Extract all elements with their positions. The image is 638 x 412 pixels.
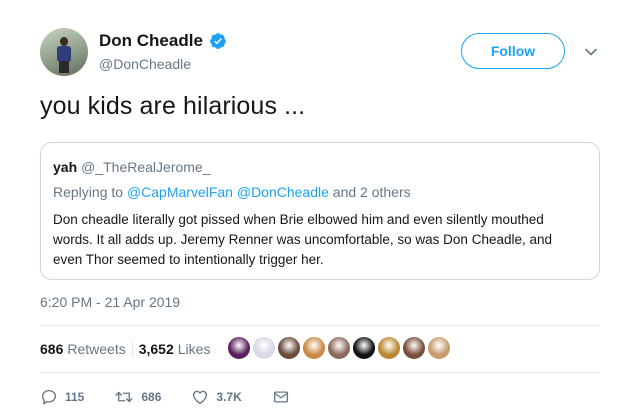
quoted-author-handle[interactable]: @_TheRealJerome_ (81, 159, 210, 175)
envelope-icon (273, 391, 288, 403)
liker-avatar[interactable] (327, 336, 351, 360)
direct-message-action[interactable] (272, 388, 297, 406)
chevron-down-icon[interactable] (584, 45, 598, 59)
avatar[interactable] (40, 28, 88, 76)
quoted-author-name[interactable]: yah (53, 159, 77, 175)
reply-icon (41, 389, 57, 405)
quoted-tweet[interactable]: yah @_TheRealJerome_ Replying to @CapMarv… (40, 142, 600, 280)
avatar-figure-body (57, 46, 71, 62)
like-action[interactable]: 3.7K (191, 388, 242, 406)
verified-badge-icon (210, 33, 226, 49)
tweet-text: you kids are hilarious ... (40, 92, 306, 120)
liker-avatar[interactable] (427, 336, 451, 360)
retweet-count: 686 (141, 390, 162, 404)
liker-avatar[interactable] (227, 336, 251, 360)
likes-count: 3,652 (138, 341, 174, 357)
tweet-timestamp[interactable]: 6:20 PM - 21 Apr 2019 (40, 294, 180, 310)
divider (40, 325, 600, 326)
retweets-count: 686 (40, 341, 64, 357)
retweets-stat[interactable]: 686 Retweets (40, 341, 126, 357)
liker-avatar[interactable] (352, 336, 376, 360)
author-name[interactable]: Don Cheadle (99, 31, 203, 51)
heart-icon (193, 390, 208, 405)
retweet-icon (115, 391, 133, 403)
like-count: 3.7K (216, 390, 242, 404)
likes-label: Likes (177, 341, 211, 357)
liker-avatar[interactable] (252, 336, 276, 360)
quoted-tweet-header: yah @_TheRealJerome_ (53, 159, 211, 175)
stats-separator (131, 341, 133, 357)
author-handle[interactable]: @DonCheadle (99, 56, 191, 72)
reply-action[interactable]: 115 (40, 388, 84, 406)
follow-button[interactable]: Follow (461, 33, 565, 69)
reply-count: 115 (65, 390, 85, 404)
reply-prefix: Replying to (53, 184, 124, 200)
liker-avatar[interactable] (277, 336, 301, 360)
avatar-figure-legs (59, 61, 69, 73)
liker-avatar[interactable] (402, 336, 426, 360)
quoted-reply-context: Replying to @CapMarvelFan @DonCheadle an… (53, 184, 411, 200)
liker-avatar[interactable] (377, 336, 401, 360)
tweet-stats: 686 Retweets 3,652 Likes (40, 341, 210, 357)
reply-handles-link[interactable]: @CapMarvelFan @DonCheadle (127, 184, 329, 200)
quoted-tweet-body: Don cheadle literally got pissed when Br… (53, 212, 553, 267)
liker-avatar[interactable] (302, 336, 326, 360)
likes-stat[interactable]: 3,652 Likes (139, 341, 211, 357)
avatar-figure-head (60, 37, 68, 46)
reply-others[interactable]: and 2 others (333, 184, 411, 200)
liker-avatars (227, 336, 452, 362)
tweet-actions: 115 686 3.7K (40, 386, 340, 408)
divider (40, 372, 600, 373)
author-name-row[interactable]: Don Cheadle (99, 31, 227, 51)
retweets-label: Retweets (67, 341, 126, 357)
retweet-action[interactable]: 686 (114, 388, 161, 406)
